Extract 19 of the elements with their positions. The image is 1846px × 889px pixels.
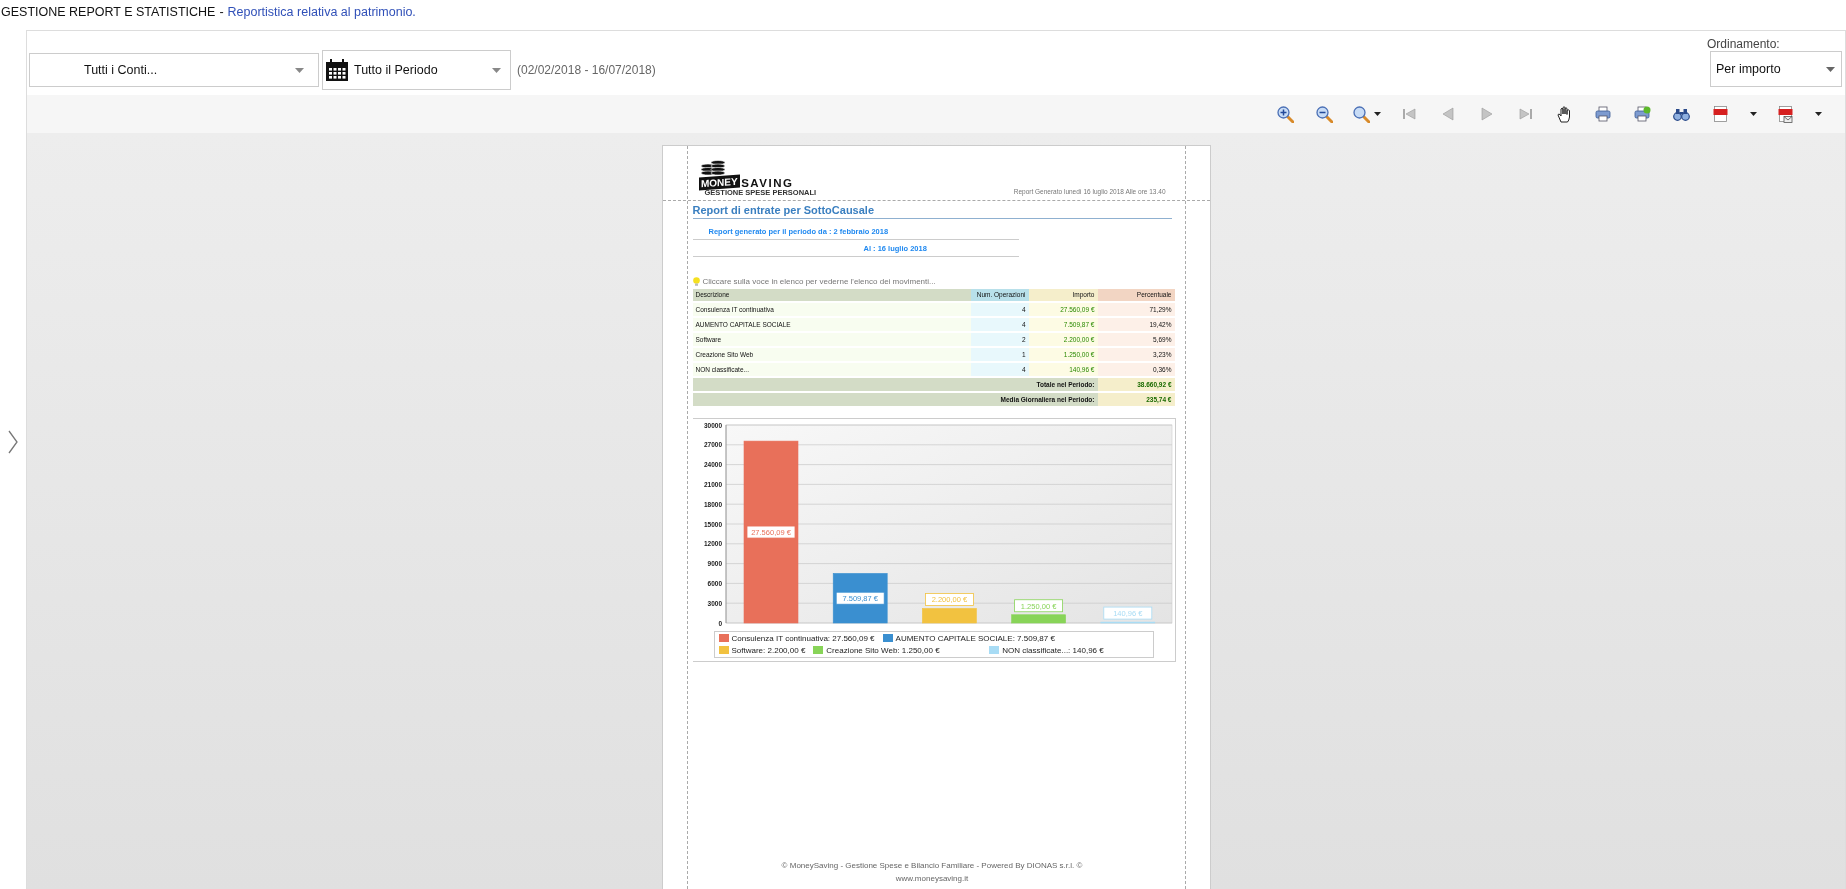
account-dropdown[interactable]: Tutti i Conti... — [29, 53, 319, 87]
legend-label: AUMENTO CAPITALE SOCIALE: 7.509,87 € — [895, 633, 1055, 643]
date-range: (02/02/2018 - 16/07/2018) — [517, 63, 656, 77]
report-title: Report di entrate per SottoCausale — [692, 203, 1172, 219]
period-dropdown[interactable]: Tutto il Periodo — [322, 50, 511, 90]
page-title: GESTIONE REPORT E STATISTICHE — [1, 5, 216, 19]
sort-dropdown[interactable]: Per importo — [1710, 51, 1842, 87]
hint-text: Cliccare sulla voce in elenco per vederne l'elenco dei movimenti... — [702, 276, 936, 286]
page-subtitle: Reportistica relativa al patrimonio. — [227, 5, 416, 19]
legend-label: Consulenza IT continuativa: 27.560,09 € — [731, 633, 875, 643]
legend-label: Software: 2.200,00 € — [731, 645, 806, 655]
legend-label: Creazione Sito Web: 1.250,00 € — [826, 645, 940, 655]
footer-text: © MoneySaving - Gestione Spese e Bilancio Familiare - Powered By DIONAS s.r.l. © — [781, 861, 1083, 870]
sort-label: Ordinamento: — [1707, 37, 1780, 51]
footer-link[interactable]: www.moneysaving.it — [895, 874, 969, 883]
logo-text: SAVING — [741, 176, 794, 189]
logo-text: MONEY — [698, 174, 740, 191]
title-separator: - — [219, 5, 224, 19]
legend-label: NON classificate...: 140,96 € — [1002, 645, 1104, 655]
